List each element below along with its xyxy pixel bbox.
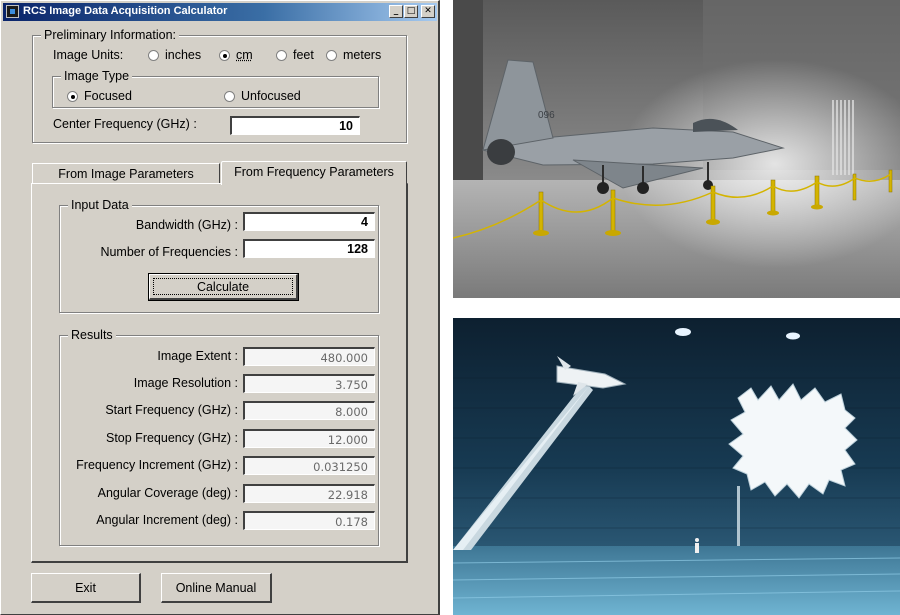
result-label: Angular Coverage (deg) :	[97, 486, 238, 500]
radio-meters-label: meters	[343, 48, 382, 62]
result-label: Angular Increment (deg) :	[96, 513, 238, 527]
result-label: Stop Frequency (GHz) :	[106, 431, 238, 445]
unit-radio-inches[interactable]: inches	[148, 48, 201, 62]
result-label: Image Extent :	[157, 349, 238, 363]
online-manual-button[interactable]: Online Manual	[161, 573, 272, 603]
fighter-jet-photo-illustration: 096	[453, 0, 900, 298]
svg-text:096: 096	[538, 110, 555, 121]
result-value: 8.000	[243, 401, 375, 420]
center-frequency-input[interactable]: 10	[230, 116, 360, 135]
tab-image-parameters[interactable]: From Image Parameters	[32, 163, 220, 184]
radio-cm-dot[interactable]	[219, 49, 230, 61]
result-label: Frequency Increment (GHz) :	[76, 458, 238, 472]
result-label: Start Frequency (GHz) :	[105, 403, 238, 417]
maximize-button[interactable]: □	[404, 5, 418, 18]
radio-cm-label: cm	[236, 48, 253, 62]
calculate-focus-rect	[153, 278, 293, 295]
missile-photo-illustration	[453, 318, 900, 615]
result-value: 12.000	[243, 429, 375, 448]
radio-focused-label: Focused	[84, 89, 132, 103]
result-label: Image Resolution :	[133, 376, 238, 390]
calculate-button[interactable]: Calculate	[148, 273, 299, 301]
radio-unfocused-label: Unfocused	[241, 89, 301, 103]
type-radio-focused[interactable]: Focused	[67, 89, 132, 103]
missile-chamber-photo	[453, 318, 900, 615]
unit-radio-meters[interactable]: meters	[326, 48, 381, 62]
radio-feet-label: feet	[293, 48, 314, 62]
calculator-window: RCS Image Data Acquisition Calculator _ …	[0, 0, 440, 615]
tab-frequency-parameters[interactable]: From Frequency Parameters	[221, 161, 407, 185]
minimize-button[interactable]: _	[389, 5, 403, 18]
preliminary-legend: Preliminary Information:	[41, 28, 179, 42]
unit-radio-cm[interactable]: cm	[219, 48, 253, 62]
result-value: 22.918	[243, 484, 375, 503]
type-radio-unfocused[interactable]: Unfocused	[224, 89, 301, 103]
app-icon	[6, 5, 19, 18]
result-value: 0.031250	[243, 456, 375, 475]
unit-radio-feet[interactable]: feet	[276, 48, 314, 62]
window-title: RCS Image Data Acquisition Calculator	[23, 5, 228, 17]
bandwidth-label: Bandwidth (GHz) :	[135, 218, 238, 232]
bandwidth-input[interactable]: 4	[243, 212, 375, 231]
image-type-legend: Image Type	[61, 69, 133, 83]
result-value: 3.750	[243, 374, 375, 393]
results-legend: Results	[68, 328, 116, 342]
num-frequencies-label: Number of Frequencies :	[100, 245, 238, 259]
result-value: 480.000	[243, 347, 375, 366]
radio-focused-dot[interactable]	[67, 90, 78, 102]
input-data-legend: Input Data	[68, 198, 132, 212]
center-frequency-label: Center Frequency (GHz) :	[53, 117, 197, 131]
exit-button[interactable]: Exit	[31, 573, 141, 603]
radio-inches-dot[interactable]	[148, 49, 159, 61]
num-frequencies-input[interactable]: 128	[243, 239, 375, 258]
radio-meters-dot[interactable]	[326, 49, 337, 61]
image-units-label: Image Units:	[53, 48, 124, 62]
radio-unfocused-dot[interactable]	[224, 90, 235, 102]
result-value: 0.178	[243, 511, 375, 530]
title-bar[interactable]: RCS Image Data Acquisition Calculator _ …	[3, 3, 437, 21]
fighter-jet-chamber-photo: 096	[453, 0, 900, 298]
radio-inches-label: inches	[165, 48, 202, 62]
radio-feet-dot[interactable]	[276, 49, 287, 61]
close-button[interactable]: ✕	[421, 5, 435, 18]
